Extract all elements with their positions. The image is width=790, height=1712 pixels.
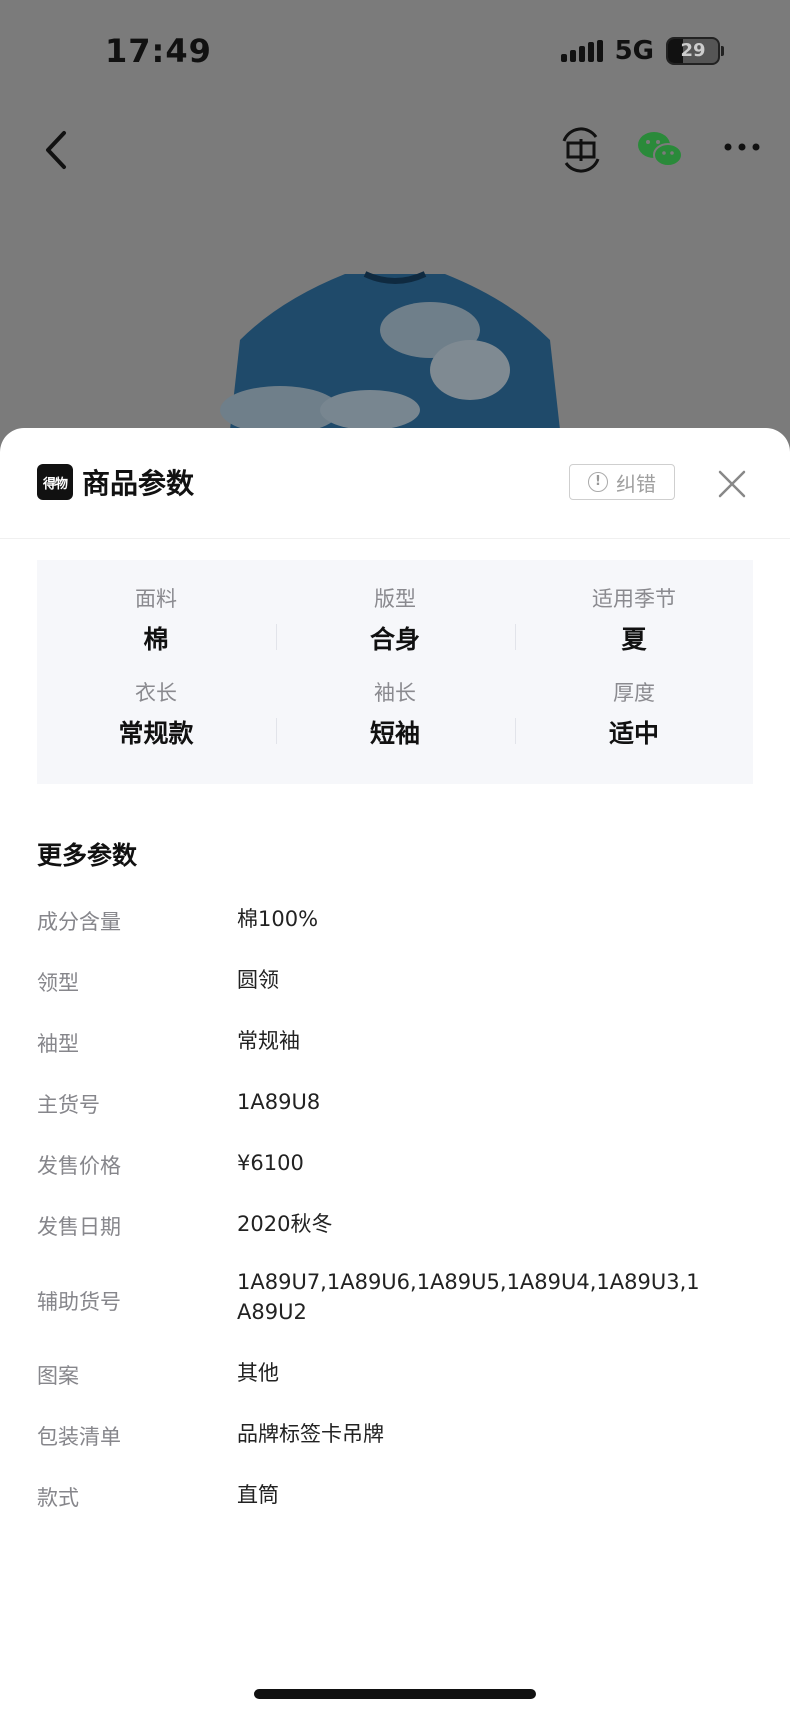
param-length: 衣长 常规款 — [37, 678, 275, 752]
row-label: 包装清单 — [37, 1425, 121, 1449]
sheet-header: 得物 商品参数 ! 纠错 — [0, 428, 790, 539]
row-label: 袖型 — [37, 1032, 79, 1056]
status-time: 17:49 — [105, 32, 212, 70]
top-navigation — [0, 115, 790, 185]
more-params-title: 更多参数 — [37, 841, 138, 870]
param-season: 适用季节 夏 — [515, 584, 753, 658]
row-value: 常规袖 — [237, 1029, 300, 1053]
row-label: 发售价格 — [37, 1154, 121, 1178]
product-image — [220, 271, 560, 434]
battery-percent: 29 — [680, 40, 706, 61]
param-fit: 版型 合身 — [276, 584, 514, 658]
column-divider — [515, 624, 516, 650]
key-params-grid: 面料 棉 版型 合身 适用季节 夏 衣长 常规款 袖长 短袖 厚度 适中 — [37, 560, 753, 784]
param-label: 版型 — [374, 587, 416, 611]
row-label: 辅助货号 — [37, 1290, 121, 1314]
row-label: 成分含量 — [37, 910, 121, 934]
param-value: 夏 — [621, 625, 647, 654]
report-error-label: 纠错 — [616, 471, 656, 496]
param-label: 面料 — [135, 587, 177, 611]
row-value: 1A89U7,1A89U6,1A89U5,1A89U4,1A89U3,1A89U… — [237, 1270, 700, 1324]
row-value: 直筒 — [237, 1483, 279, 1507]
battery-icon: 29 — [666, 37, 724, 65]
row-label: 主货号 — [37, 1093, 100, 1117]
column-divider — [276, 624, 277, 650]
param-value: 合身 — [369, 625, 420, 654]
close-icon[interactable] — [716, 468, 748, 500]
sell-icon[interactable] — [558, 127, 604, 173]
param-value: 棉 — [143, 625, 169, 654]
info-icon: ! — [588, 472, 608, 492]
sheet-title: 商品参数 — [82, 467, 195, 500]
param-value: 短袖 — [369, 719, 420, 748]
back-arrow-icon[interactable] — [38, 125, 78, 175]
home-indicator[interactable] — [254, 1689, 536, 1699]
param-label: 袖长 — [374, 681, 416, 705]
status-indicators: 5G 29 — [560, 36, 724, 66]
row-value: 其他 — [237, 1361, 279, 1385]
wechat-share-icon[interactable] — [636, 127, 684, 173]
row-value: 1A89U8 — [237, 1090, 321, 1114]
more-options-icon[interactable] — [722, 139, 762, 155]
product-params-sheet: 得物 商品参数 ! 纠错 面料 棉 版型 合身 适用季节 夏 衣长 常规款 袖长 — [0, 428, 790, 1712]
row-value: ¥6100 — [237, 1151, 304, 1175]
row-label: 款式 — [37, 1486, 79, 1510]
row-value: 棉100% — [237, 907, 319, 931]
param-sleeve-length: 袖长 短袖 — [276, 678, 514, 752]
brand-logo: 得物 — [37, 464, 73, 500]
param-value: 常规款 — [118, 719, 194, 748]
row-label: 图案 — [37, 1364, 79, 1388]
report-error-button[interactable]: ! 纠错 — [569, 464, 675, 500]
param-fabric: 面料 棉 — [37, 584, 275, 658]
param-label: 厚度 — [613, 681, 655, 705]
param-label: 衣长 — [135, 681, 177, 705]
column-divider — [276, 718, 277, 744]
row-value: 品牌标签卡吊牌 — [237, 1422, 384, 1446]
row-value: 圆领 — [237, 968, 279, 992]
column-divider — [515, 718, 516, 744]
row-value: 2020秋冬 — [237, 1212, 333, 1236]
param-thickness: 厚度 适中 — [515, 678, 753, 752]
row-label: 发售日期 — [37, 1215, 121, 1239]
param-label: 适用季节 — [592, 587, 676, 611]
row-label: 领型 — [37, 971, 79, 995]
status-bar: 17:49 5G 29 — [0, 0, 790, 110]
network-type: 5G — [614, 36, 654, 66]
param-value: 适中 — [608, 719, 659, 748]
signal-icon — [560, 40, 603, 62]
